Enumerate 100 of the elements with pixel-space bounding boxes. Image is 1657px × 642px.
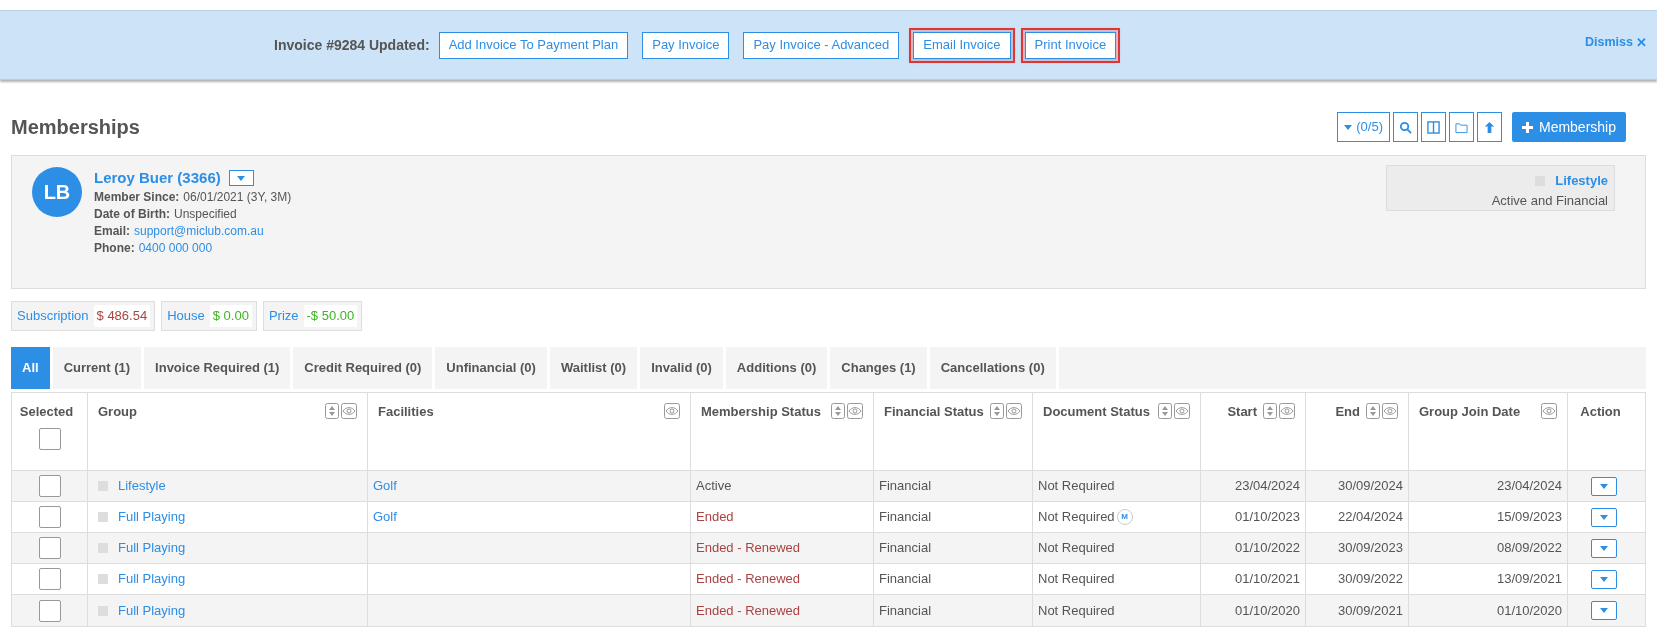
member-name[interactable]: Leroy Buer (3366) (94, 166, 221, 190)
banner-title: Invoice #9284 Updated: (274, 35, 430, 55)
caret-icon (1599, 608, 1608, 613)
sort-icon[interactable] (325, 403, 339, 419)
caret-icon (1599, 514, 1608, 520)
eye-icon[interactable] (1006, 403, 1022, 419)
table-cell-text: 30/09/2023 (1337, 539, 1403, 558)
detail-link[interactable]: 0400 000 000 (138, 240, 213, 257)
table-cell-text: Financial (879, 601, 932, 620)
table-cell-text: Financial (879, 508, 932, 527)
eye-icon[interactable] (1382, 403, 1398, 419)
folder-icon (1454, 120, 1468, 134)
toolbar-button[interactable] (1392, 112, 1418, 142)
filter-tab[interactable]: Additions (0) (725, 347, 828, 389)
eye-icon[interactable] (1174, 403, 1190, 419)
filter-tab[interactable]: Credit Required (0) (293, 347, 433, 389)
toolbar-button[interactable] (1420, 112, 1446, 142)
balance-amount: $ 0.00 (209, 305, 252, 327)
dismiss-button[interactable]: Dismiss ✕ (1585, 33, 1647, 53)
column-title: Selected (19, 403, 74, 421)
action-dropdown[interactable] (1590, 601, 1617, 620)
banner-button[interactable]: Pay Invoice (642, 31, 730, 59)
detail-label: Member Since: (94, 189, 180, 206)
detail-value: 06/01/2021 (3Y, 3M) (183, 189, 292, 206)
detail-label: Date of Birth: (94, 206, 170, 223)
action-dropdown[interactable] (1590, 476, 1617, 496)
filter-tab[interactable]: Cancellations (0) (929, 347, 1056, 389)
facility-link[interactable]: Golf (373, 507, 397, 527)
eye-icon[interactable] (341, 403, 357, 419)
checkbox[interactable] (38, 599, 61, 622)
eye-icon[interactable] (664, 403, 680, 419)
sort-icon[interactable] (1366, 403, 1380, 419)
table-cell-text: Not Required (1038, 601, 1115, 620)
filter-tab[interactable]: All (11, 347, 50, 389)
filter-tab[interactable]: Current (1) (52, 347, 142, 389)
checkbox[interactable] (38, 506, 61, 528)
group-link[interactable]: Full Playing (118, 507, 186, 527)
table-cell-text: Not Required (1038, 508, 1115, 527)
column-title: Group (98, 403, 137, 421)
checkbox[interactable] (38, 568, 61, 590)
sort-icon[interactable] (990, 403, 1004, 419)
sort-icon[interactable] (1263, 403, 1277, 419)
banner-button[interactable]: Add Invoice To Payment Plan (438, 31, 629, 59)
table-cell-text: Not Required (1038, 570, 1115, 589)
eye-icon[interactable] (1541, 403, 1557, 419)
table-cell-text: Financial (879, 477, 932, 496)
search-icon (1398, 120, 1412, 134)
filter-tab[interactable]: Invalid (0) (640, 347, 723, 389)
sort-icon[interactable] (831, 403, 845, 419)
group-link[interactable]: Full Playing (118, 538, 186, 558)
eye-icon[interactable] (1279, 403, 1295, 419)
plus-icon (1521, 121, 1533, 133)
table-cell-text: Ended (696, 508, 734, 527)
checkbox[interactable] (38, 537, 61, 559)
action-dropdown[interactable] (1590, 569, 1617, 589)
filter-tab[interactable]: Waitlist (0) (549, 347, 638, 389)
action-dropdown[interactable] (1590, 538, 1617, 558)
group-link[interactable]: Lifestyle (118, 476, 166, 496)
table-cell-text: Ended - Renewed (696, 539, 801, 558)
toolbar-button[interactable] (1476, 112, 1502, 142)
member-dropdown[interactable] (228, 170, 254, 186)
filter-dropdown[interactable]: (0/5) (1337, 112, 1390, 142)
caret-icon (1599, 483, 1608, 489)
toolbar-button[interactable] (1448, 112, 1474, 142)
column-title: Group Join Date (1419, 403, 1521, 421)
column-title: Action (1580, 403, 1621, 421)
table-cell-text: 01/10/2022 (1234, 539, 1300, 558)
table-cell-text: 30/09/2022 (1337, 570, 1403, 589)
banner-button[interactable]: Pay Invoice - Advanced (743, 31, 900, 59)
balance-chip[interactable]: House $ 0.00 (161, 301, 257, 331)
checkbox[interactable] (38, 428, 61, 450)
balance-amount: $ 486.54 (93, 305, 151, 327)
columns-icon (1426, 120, 1440, 134)
column-title: End (1335, 403, 1360, 421)
filter-tab[interactable]: Unfinancial (0) (435, 347, 547, 389)
detail-value: Unspecified (174, 206, 237, 223)
eye-icon[interactable] (847, 403, 863, 419)
column-title: Financial Status (884, 403, 984, 421)
detail-label: Email: (94, 223, 130, 240)
table-cell-text: 23/04/2024 (1234, 477, 1300, 496)
sort-icon[interactable] (1158, 403, 1172, 419)
action-dropdown[interactable] (1590, 507, 1617, 527)
caret-icon (237, 175, 246, 181)
add-membership-button[interactable]: Membership (1511, 112, 1626, 142)
table-cell-text: Ended - Renewed (696, 570, 801, 589)
table-cell-text: 01/10/2020 (1234, 601, 1300, 620)
group-link[interactable]: Full Playing (118, 569, 186, 589)
filter-tab[interactable]: Invoice Required (1) (144, 347, 291, 389)
detail-link[interactable]: support@miclub.com.au (134, 223, 264, 240)
balance-chip[interactable]: Subscription $ 486.54 (11, 301, 156, 331)
group-link[interactable]: Full Playing (118, 600, 186, 621)
table-cell-text: 01/10/2021 (1234, 570, 1300, 589)
checkbox[interactable] (38, 475, 61, 497)
facility-link[interactable]: Golf (373, 476, 397, 496)
balance-chip[interactable]: Prize -$ 50.00 (262, 301, 363, 331)
group-status: Active and Financial (1491, 191, 1608, 210)
filter-tab[interactable]: Changes (1) (830, 347, 927, 389)
column-title: Start (1227, 403, 1257, 421)
balance-label: Prize (268, 307, 299, 326)
group-link[interactable]: Lifestyle (1555, 171, 1608, 191)
